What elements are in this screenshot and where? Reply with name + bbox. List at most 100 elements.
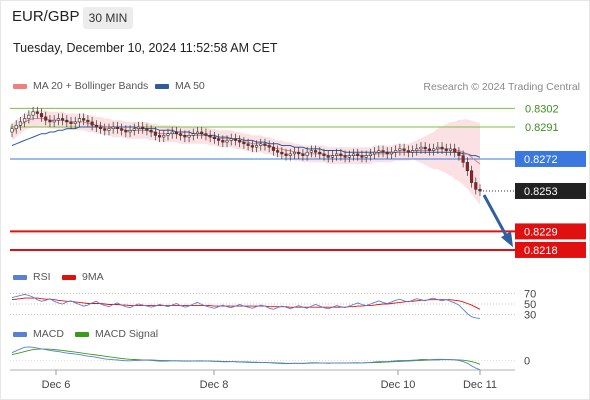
candle-body — [318, 151, 322, 155]
candle-body — [174, 131, 178, 134]
candle-body — [98, 126, 103, 129]
candle-body — [145, 128, 149, 131]
candle-body — [82, 118, 86, 121]
candle-body — [259, 143, 263, 146]
x-tick-label-1: Dec 8 — [200, 379, 229, 391]
candle-body — [360, 155, 364, 158]
candle-body — [335, 153, 339, 156]
candle-body — [23, 118, 27, 123]
candle-body — [314, 150, 318, 153]
candle-body — [48, 119, 52, 123]
rsi-level-label-2: 30 — [524, 310, 536, 322]
candle-body — [86, 119, 90, 123]
candle-body — [132, 128, 136, 131]
candle-body — [415, 148, 419, 151]
candle-body — [120, 128, 124, 131]
candle-body — [56, 118, 60, 121]
candle-body — [410, 150, 415, 153]
candle-body — [297, 151, 301, 155]
bollinger-band — [12, 110, 480, 205]
candle-body — [389, 151, 394, 155]
candle-body — [229, 138, 233, 141]
candle-body — [225, 140, 229, 143]
candle-body — [301, 153, 305, 156]
candle-body — [14, 124, 18, 129]
candle-body — [339, 153, 343, 156]
level-label-0: 0.8302 — [525, 103, 559, 115]
candle-body — [461, 155, 465, 163]
candle-body — [18, 121, 22, 126]
level-label-4: 0.8229 — [524, 226, 558, 238]
candle-body — [183, 135, 187, 138]
candle-body — [27, 114, 31, 119]
candle-body — [465, 162, 469, 172]
candle-body — [398, 148, 402, 151]
candle-body — [94, 124, 98, 128]
x-tick-label-2: Dec 10 — [381, 379, 416, 391]
candle-body — [170, 131, 174, 134]
candle-body — [373, 151, 377, 155]
candle-body — [39, 113, 44, 118]
candle-body — [419, 146, 423, 150]
macd-line — [11, 346, 481, 371]
candle-body — [61, 118, 65, 121]
candle-body — [10, 128, 14, 133]
candle-body — [436, 146, 440, 150]
candle-body — [309, 150, 313, 153]
candle-body — [115, 126, 119, 129]
candle-body — [204, 133, 208, 136]
candle-body — [276, 150, 280, 153]
candle-body — [166, 133, 170, 136]
candle-body — [73, 121, 77, 124]
candle-body — [368, 153, 372, 156]
candle-body — [187, 135, 191, 138]
candle-body — [103, 128, 107, 131]
candle-body — [432, 148, 436, 151]
candle-body — [52, 119, 56, 123]
candle-body — [402, 148, 406, 151]
candle-body — [406, 150, 410, 153]
candle-body — [267, 145, 271, 148]
candle-body — [440, 146, 444, 150]
candle-body — [200, 131, 204, 134]
candle-body — [238, 140, 242, 143]
candle-body — [385, 151, 389, 155]
candle-body — [107, 128, 111, 131]
candle-body — [65, 119, 69, 123]
candle-body — [364, 155, 368, 158]
candle-body — [322, 153, 326, 156]
candle-body — [351, 153, 356, 156]
candle-body — [305, 151, 309, 156]
candle-body — [448, 148, 453, 151]
candle-body — [347, 155, 351, 158]
level-label-3: 0.8253 — [524, 186, 558, 198]
candle-body — [254, 145, 259, 148]
x-tick-label-3: Dec 11 — [463, 379, 497, 391]
candle-body — [217, 138, 221, 141]
candle-body — [280, 151, 284, 155]
candle-body — [478, 188, 482, 192]
candle-body — [141, 126, 145, 129]
candle-body — [474, 182, 478, 190]
candle-body — [128, 130, 132, 133]
candle-body — [242, 141, 246, 145]
candle-body — [292, 151, 297, 155]
forecast-arrow-head — [501, 231, 513, 248]
candle-body — [195, 131, 200, 134]
candle-body — [263, 143, 267, 146]
candle-body — [153, 131, 157, 136]
x-tick-label-0: Dec 6 — [42, 379, 71, 391]
candle-body — [208, 135, 212, 138]
candle-body — [246, 143, 250, 146]
candle-body — [284, 153, 288, 156]
candle-body — [44, 116, 48, 121]
candle-body — [444, 148, 448, 151]
candle-body — [271, 146, 275, 151]
level-label-1: 0.8291 — [525, 122, 559, 134]
level-label-2: 0.8272 — [524, 154, 558, 166]
candle-body — [470, 170, 474, 183]
candle-body — [457, 151, 461, 156]
candle-body — [162, 135, 166, 138]
candle-body — [377, 150, 381, 153]
candle-body — [136, 126, 141, 129]
